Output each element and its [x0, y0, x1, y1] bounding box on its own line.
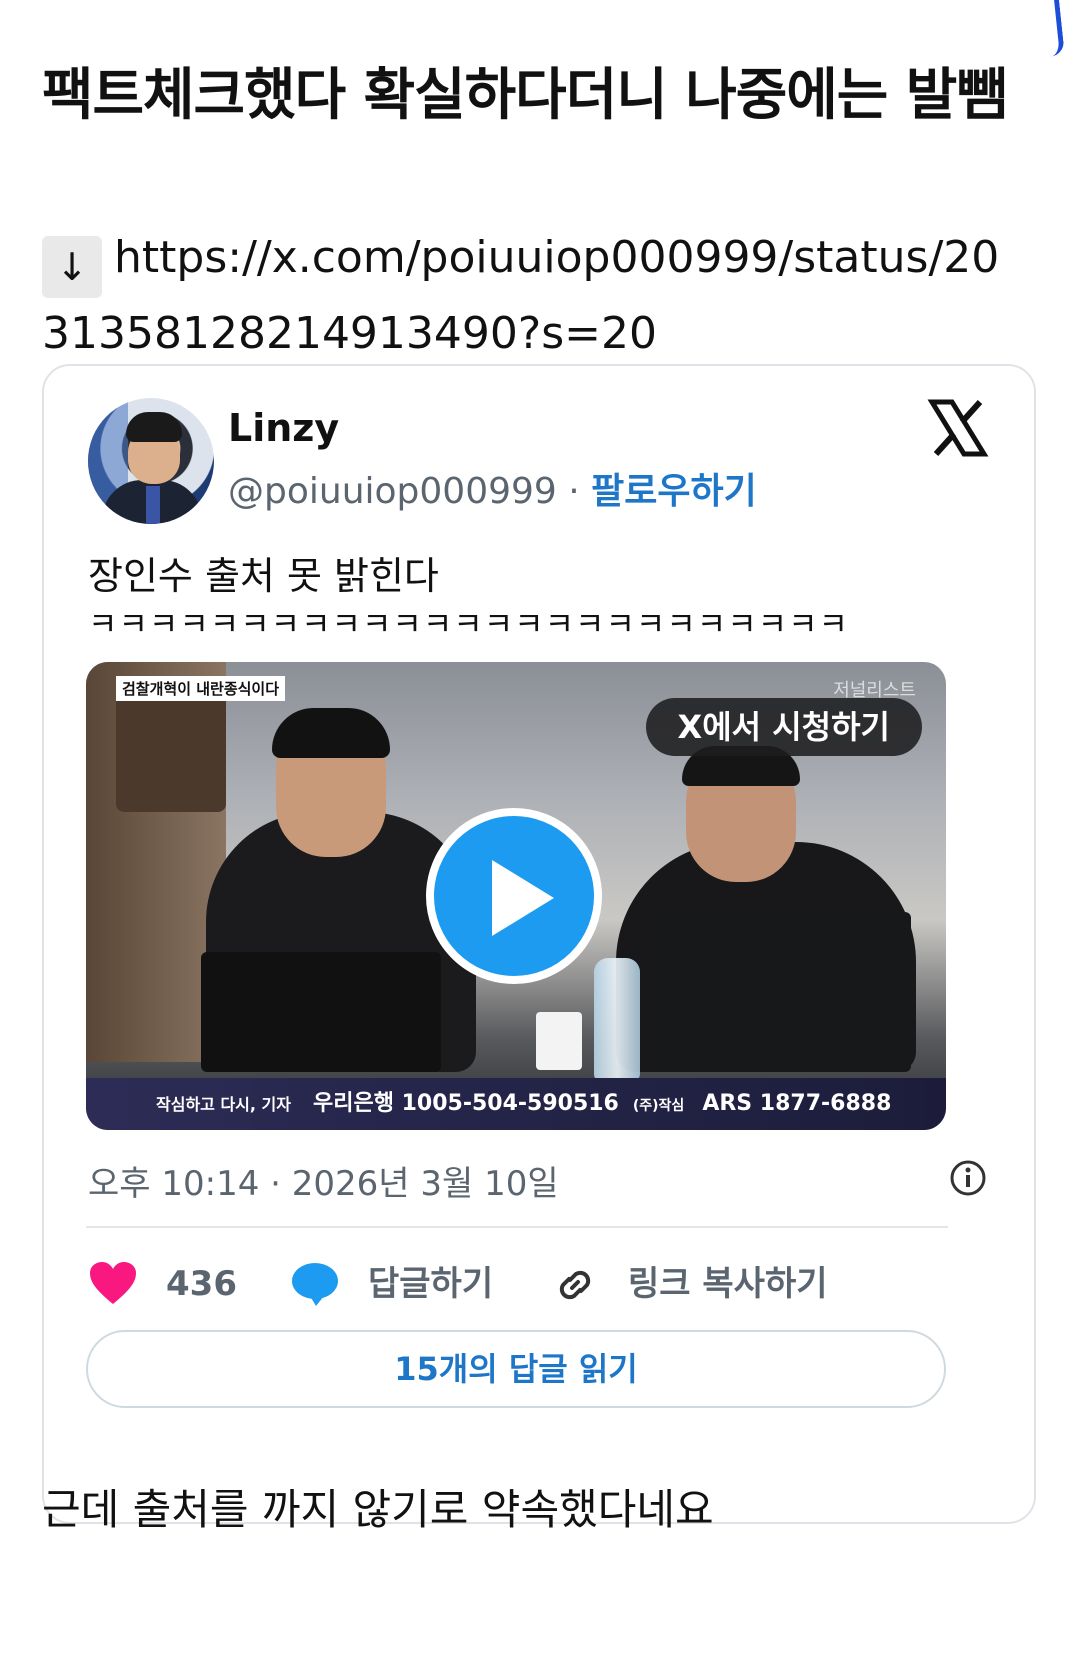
video-bottom-ars: ARS 1877-6888 — [702, 1091, 892, 1116]
post-footer-text: 근데 출처를 까지 않기로 약속했다네요 — [42, 1485, 714, 1534]
x-logo-icon[interactable] — [926, 396, 990, 460]
video-bottom-bar: 작심하고 다시, 기자 우리은행 1005-504-590516 (주)작심 ARS … — [86, 1078, 946, 1130]
scroll-indicator — [1044, 0, 1065, 57]
follow-button[interactable]: 팔로우하기 — [591, 471, 757, 512]
like-action[interactable]: 436 — [88, 1254, 258, 1314]
down-arrow-icon: ↓ — [42, 236, 102, 298]
reply-label: 답글하기 — [368, 1264, 494, 1304]
copy-link-label: 링크 복사하기 — [628, 1264, 828, 1304]
video-caption: 검찰개혁이 내란종식이다 — [116, 676, 286, 701]
read-replies-button[interactable]: 15개의 답글 읽기 — [86, 1330, 946, 1408]
video-thumbnail[interactable]: 검찰개혁이 내란종식이다 저널리스트 X에서 시청하기 작심하고 다시, 기자 우… — [86, 662, 946, 1130]
author-name[interactable]: Linzy — [228, 406, 339, 450]
play-button[interactable] — [426, 808, 602, 984]
tweet-link[interactable]: https://x.com/poiuuiop000999/status/2031… — [42, 232, 999, 359]
tweet-timestamp[interactable]: 오후 10:14 · 2026년 3월 10일 — [88, 1156, 559, 1205]
post-title: 팩트체크했다 확실하다더니 나중에는 발뺌 — [42, 63, 1008, 128]
info-icon[interactable] — [948, 1158, 988, 1198]
tweet-actions: 436 답글하기 링크 복사하기 — [88, 1254, 948, 1314]
author-handle[interactable]: @poiuuiop000999 — [228, 471, 557, 512]
separator: · — [556, 471, 592, 512]
video-bottom-small: 작심하고 다시, 기자 — [156, 1095, 291, 1114]
copy-link-action[interactable]: 링크 복사하기 — [550, 1254, 890, 1314]
tweet-text-line1: 장인수 출처 못 밝힌다 — [88, 554, 439, 598]
tweet-text-line2: ㅋㅋㅋㅋㅋㅋㅋㅋㅋㅋㅋㅋㅋㅋㅋㅋㅋㅋㅋㅋㅋㅋㅋㅋㅋ — [88, 605, 850, 643]
link-icon — [559, 1270, 591, 1300]
video-bottom-bank: 우리은행 1005-504-590516 — [312, 1091, 619, 1116]
likes-count: 436 — [166, 1264, 237, 1304]
heart-icon — [90, 1262, 136, 1304]
video-bottom-corp: (주)작심 — [632, 1098, 685, 1114]
tweet-link-row[interactable]: ↓ https://x.com/poiuuiop000999/status/203… — [42, 222, 1022, 370]
tweet-embed-card[interactable]: Linzy @poiuuiop000999 · 팔로우하기 장인수 출처 못 밝… — [42, 364, 1036, 1524]
reply-bubble-icon — [292, 1263, 338, 1306]
avatar[interactable] — [88, 398, 214, 524]
reply-action[interactable]: 답글하기 — [290, 1254, 530, 1314]
play-icon — [492, 860, 554, 936]
tweet-text: 장인수 출처 못 밝힌다 ㅋㅋㅋㅋㅋㅋㅋㅋㅋㅋㅋㅋㅋㅋㅋㅋㅋㅋㅋㅋㅋㅋㅋㅋㅋ — [88, 552, 849, 648]
author-handle-row: @poiuuiop000999 · 팔로우하기 — [228, 462, 757, 514]
divider — [86, 1226, 948, 1228]
watch-on-x-button[interactable]: X에서 시청하기 — [645, 698, 922, 756]
